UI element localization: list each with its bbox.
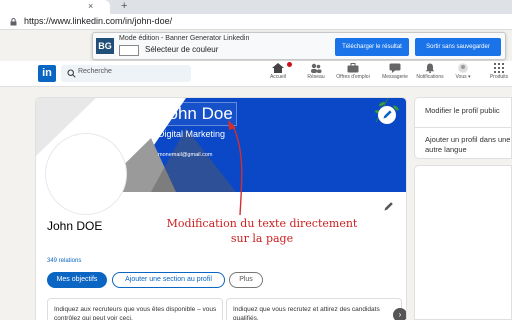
- nav-item-jobs[interactable]: Offres d'emploi: [333, 63, 373, 80]
- profile-card: John Doe Digital Marketing monemail@gmai…: [35, 97, 407, 320]
- divider: [415, 127, 512, 128]
- avatar-icon: [458, 63, 468, 73]
- annotation-text: Modification du texte directement sur la…: [162, 216, 362, 246]
- banner-generator-logo: BG: [96, 38, 114, 54]
- home-icon: [272, 63, 284, 73]
- color-picker-label: Sélecteur de couleur: [145, 45, 219, 54]
- open-to-work-text: Indiquez aux recruteurs que vous êtes di…: [54, 306, 217, 320]
- pencil-icon: [383, 110, 392, 119]
- edit-banner-button[interactable]: [378, 106, 396, 124]
- nav-label-home: Accueil: [269, 74, 287, 80]
- nav-item-network[interactable]: Réseau: [304, 63, 328, 80]
- sidebar-lower-panel: [414, 165, 512, 320]
- banner-name-text[interactable]: John Doe: [156, 102, 237, 126]
- nav-item-notifications[interactable]: Notifications: [413, 63, 447, 80]
- nav-item-products[interactable]: Produits: [486, 63, 512, 80]
- annotation-line-2: sur la page: [230, 232, 294, 245]
- search-icon: [67, 69, 76, 78]
- profile-settings-panel: Modifier le profil public Ajouter un pro…: [414, 97, 512, 159]
- banner-email-text[interactable]: monemail@gmail.com: [158, 152, 213, 158]
- nav-label-jobs: Offres d'emploi: [336, 74, 370, 80]
- url-text[interactable]: https://www.linkedin.com/in/john-doe/: [24, 16, 172, 26]
- carousel-next-icon[interactable]: ›: [393, 308, 406, 320]
- my-goals-button[interactable]: Mes objectifs: [47, 272, 107, 288]
- linkedin-navbar: in Recherche Accueil Réseau Offres d'emp…: [0, 61, 512, 87]
- hiring-text: Indiquez que vous recrutez et attirez de…: [233, 306, 380, 320]
- download-result-button[interactable]: Télécharger le résultat: [335, 38, 409, 56]
- search-input[interactable]: Recherche: [61, 65, 191, 82]
- extension-toolbar: BG Mode édition - Banner Generator Linke…: [92, 32, 506, 60]
- jobs-icon: [347, 63, 359, 73]
- tab-close-icon[interactable]: ×: [88, 1, 93, 11]
- lock-icon: [10, 18, 17, 26]
- edit-profile-pencil-icon[interactable]: [383, 200, 395, 212]
- profile-name: John DOE: [47, 219, 103, 233]
- nav-label-me: Vous ▾: [455, 74, 471, 80]
- linkedin-logo[interactable]: in: [38, 65, 56, 82]
- notification-dot: [287, 62, 292, 67]
- nav-item-me[interactable]: Vous ▾: [452, 63, 474, 80]
- nav-label-messaging: Messagerie: [382, 74, 408, 80]
- color-picker-input[interactable]: [119, 45, 139, 56]
- edit-mode-label: Mode édition - Banner Generator Linkedin: [119, 35, 250, 42]
- exit-without-saving-button[interactable]: Sortir sans sauvegarder: [415, 38, 501, 56]
- annotation-line-1: Modification du texte directement: [166, 217, 358, 230]
- hiring-card[interactable]: Indiquez que vous recrutez et attirez de…: [226, 298, 402, 320]
- more-button[interactable]: Plus: [229, 272, 263, 288]
- add-profile-section-button[interactable]: Ajouter une section au profil: [112, 272, 225, 288]
- messaging-icon: [389, 63, 401, 73]
- nav-item-home[interactable]: Accueil: [266, 62, 292, 80]
- edit-public-profile-link[interactable]: Modifier le profil public: [425, 106, 500, 115]
- browser-tabstrip: × +: [0, 0, 512, 14]
- browser-tab[interactable]: ×: [0, 0, 110, 14]
- open-to-work-card[interactable]: Indiquez aux recruteurs que vous êtes di…: [47, 298, 223, 320]
- banner-title-text[interactable]: Digital Marketing: [158, 129, 225, 139]
- nav-label-products: Produits: [489, 74, 509, 80]
- relations-count[interactable]: 349 relations: [47, 258, 81, 264]
- add-language-profile-link[interactable]: Ajouter un profil dans une autre langue: [425, 135, 512, 155]
- search-placeholder: Recherche: [78, 68, 112, 75]
- bell-icon: [425, 63, 435, 73]
- new-tab-icon[interactable]: +: [121, 0, 127, 12]
- address-bar[interactable]: https://www.linkedin.com/in/john-doe/: [0, 14, 512, 30]
- nav-label-network: Réseau: [307, 74, 325, 80]
- nav-label-notifications: Notifications: [416, 74, 444, 80]
- grid-icon: [494, 63, 504, 73]
- network-icon: [311, 63, 322, 73]
- profile-avatar[interactable]: [46, 134, 126, 214]
- nav-item-messaging[interactable]: Messagerie: [378, 63, 412, 80]
